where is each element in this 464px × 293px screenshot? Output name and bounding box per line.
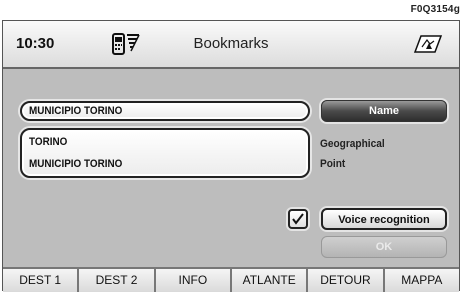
page-title: Bookmarks	[193, 35, 269, 52]
tab-info[interactable]: INFO	[155, 269, 232, 292]
geo-label-line1: Geographical	[320, 138, 385, 150]
tab-dest-1[interactable]: DEST 1	[3, 269, 80, 292]
geo-address: MUNICIPIO TORINO	[29, 158, 123, 170]
tab-mappa[interactable]: MAPPA	[384, 269, 459, 292]
bottom-tab-bar: DEST 1 DEST 2 INFO ATLANTE DETOUR MAPPA	[3, 267, 459, 292]
nav-screen: 10:30 Bookmarks MUNICIPIO TORINO TORINO …	[2, 20, 460, 292]
name-field[interactable]: MUNICIPIO TORINO	[20, 101, 310, 121]
checkmark-icon	[292, 213, 304, 225]
navigation-map-icon[interactable]	[413, 32, 443, 56]
tab-detour[interactable]: DETOUR	[308, 269, 385, 292]
geographical-point-field[interactable]: TORINO MUNICIPIO TORINO	[20, 128, 310, 178]
ok-button[interactable]: OK	[321, 236, 447, 258]
tab-dest-2[interactable]: DEST 2	[79, 269, 156, 292]
tab-atlante[interactable]: ATLANTE	[231, 269, 309, 292]
status-bar: 10:30 Bookmarks	[3, 21, 459, 69]
figure-code: F0Q3154g	[410, 4, 460, 15]
geo-city: TORINO	[29, 136, 68, 148]
geo-label-line2: Point	[320, 158, 346, 170]
name-value: MUNICIPIO TORINO	[29, 105, 123, 117]
voice-recognition-button[interactable]: Voice recognition	[321, 208, 447, 230]
voice-recognition-checkbox[interactable]	[288, 209, 308, 229]
name-button[interactable]: Name	[321, 100, 447, 122]
